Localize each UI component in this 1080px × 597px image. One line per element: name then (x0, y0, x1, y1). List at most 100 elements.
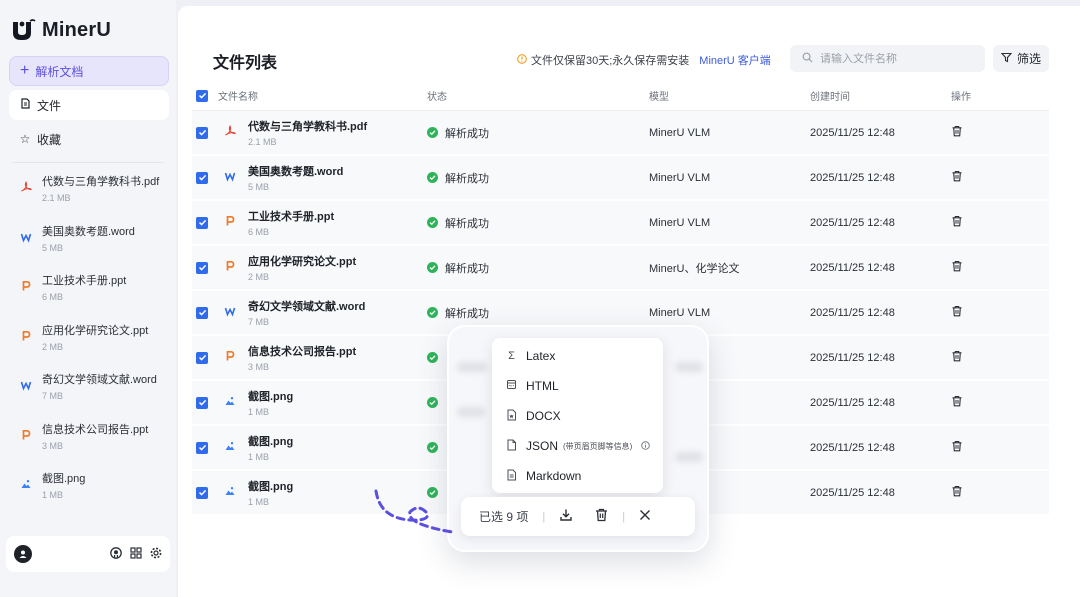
retention-notice: 文件仅保留30天;永久保存需安装 MinerU 客户端 (517, 52, 771, 68)
sidebar-file-item[interactable]: 应用化学研究论文.ppt 2 MB (8, 322, 168, 372)
status-text: 解析成功 (445, 307, 489, 320)
export-docx-option[interactable]: DOCX (492, 401, 663, 431)
warning-icon (517, 53, 527, 67)
search-box[interactable] (790, 45, 985, 72)
ppt-icon (218, 215, 242, 230)
word-icon (20, 379, 32, 421)
export-latex-option[interactable]: Σ Latex (492, 341, 663, 371)
delete-row-icon[interactable] (951, 350, 963, 365)
sidebar-file-name: 代数与三角学教科书.pdf (42, 176, 160, 188)
avatar[interactable] (14, 545, 32, 563)
table-row[interactable]: 工业技术手册.ppt 6 MB 解析成功 MinerU VLM 2025/11/25 1… (192, 201, 1049, 246)
selection-count: 已选 9 项 (479, 510, 529, 524)
delete-row-icon[interactable] (951, 305, 963, 320)
menu-item-label: JSON (526, 439, 559, 453)
search-input[interactable] (820, 52, 970, 65)
status-text: 解析成功 (445, 262, 489, 275)
html-file-icon (506, 379, 517, 393)
ppt-icon (20, 280, 32, 322)
sidebar-file-item[interactable]: 美国奥数考题.word 5 MB (8, 223, 168, 273)
sidebar-file-item[interactable]: 截图.png 1 MB (8, 470, 168, 520)
select-all-checkbox[interactable] (196, 89, 208, 102)
gear-icon[interactable] (150, 547, 162, 562)
word-icon (218, 305, 242, 320)
file-name[interactable]: 信息技术公司报告.ppt (248, 343, 356, 359)
menu-item-label: DOCX (526, 409, 561, 423)
row-checkbox[interactable] (196, 486, 208, 499)
file-name[interactable]: 截图.png (248, 478, 293, 494)
delete-row-icon[interactable] (951, 170, 963, 185)
nav-item-favorites[interactable]: ☆ 收藏 (9, 124, 169, 154)
row-checkbox[interactable] (196, 126, 208, 139)
logo[interactable]: MinerU (8, 14, 168, 46)
json-file-icon (506, 439, 517, 454)
selection-action-bar: 已选 9 项 | | (461, 497, 695, 536)
file-name[interactable]: 工业技术手册.ppt (248, 208, 334, 224)
filter-icon (1000, 52, 1013, 66)
row-checkbox[interactable] (196, 441, 208, 454)
table-row[interactable]: 代数与三角学教科书.pdf 2.1 MB 解析成功 MinerU VLM 2025/11… (192, 111, 1049, 156)
docx-file-icon (506, 409, 517, 424)
row-checkbox[interactable] (196, 396, 208, 409)
status-cell: 解析成功 (427, 170, 649, 186)
close-icon[interactable] (639, 509, 651, 524)
model-cell: MinerU、化学论文 (649, 262, 740, 275)
success-icon (427, 397, 438, 408)
row-checkbox[interactable] (196, 261, 208, 274)
row-checkbox[interactable] (196, 306, 208, 319)
filter-button[interactable]: 筛选 (993, 45, 1049, 72)
pdf-icon (218, 124, 242, 140)
status-cell: 解析成功 (427, 125, 649, 141)
sidebar-file-size: 3 MB (42, 440, 64, 451)
sidebar-file-item[interactable]: 工业技术手册.ppt 6 MB (8, 272, 168, 322)
success-icon (427, 442, 438, 453)
sidebar-file-size: 1 MB (42, 490, 64, 500)
file-name[interactable]: 截图.png (248, 388, 293, 404)
pdf-icon (20, 180, 32, 223)
file-name[interactable]: 截图.png (248, 433, 293, 449)
json-option-note: (带页眉页脚等信息) (563, 441, 633, 451)
export-json-option[interactable]: JSON (带页眉页脚等信息) (492, 431, 663, 461)
sidebar-file-item[interactable]: 代数与三角学教科书.pdf 2.1 MB (8, 173, 168, 223)
search-icon (802, 52, 813, 66)
status-cell: 解析成功 (427, 260, 649, 276)
row-checkbox[interactable] (196, 216, 208, 229)
mineru-logo-icon (13, 19, 36, 40)
file-name[interactable]: 美国奥数考题.word (248, 163, 343, 179)
file-size: 1 MB (248, 497, 270, 507)
trash-icon[interactable] (595, 508, 608, 525)
download-icon[interactable] (559, 508, 573, 525)
table-row[interactable]: 应用化学研究论文.ppt 2 MB 解析成功 MinerU、化学论文 2025/11/2… (192, 246, 1049, 291)
new-parse-button[interactable]: + 解析文档 (9, 56, 169, 86)
delete-row-icon[interactable] (951, 215, 963, 230)
sidebar-file-size: 2 MB (42, 341, 64, 352)
delete-row-icon[interactable] (951, 485, 963, 500)
grid-icon[interactable] (130, 546, 142, 562)
info-icon[interactable] (641, 440, 651, 452)
sidebar-file-item[interactable]: 奇幻文学领域文献.word 7 MB (8, 371, 168, 421)
github-icon[interactable] (110, 546, 122, 562)
nav-item-files[interactable]: 文件 (9, 90, 169, 120)
file-name[interactable]: 奇幻文学领域文献.word (248, 298, 365, 314)
plus-icon: + (20, 62, 30, 79)
sidebar-file-item[interactable]: 信息技术公司报告.ppt 3 MB (8, 421, 168, 471)
sidebar-file-name: 截图.png (42, 473, 86, 485)
delete-row-icon[interactable] (951, 260, 963, 275)
row-checkbox[interactable] (196, 171, 208, 184)
client-download-link[interactable]: MinerU 客户端 (699, 52, 771, 68)
export-markdown-option[interactable]: Markdown (492, 461, 663, 491)
model-cell: MinerU VLM (649, 171, 711, 184)
menu-item-label: Markdown (526, 469, 582, 483)
delete-row-icon[interactable] (951, 395, 963, 410)
export-html-option[interactable]: HTML (492, 371, 663, 401)
file-name[interactable]: 应用化学研究论文.ppt (248, 253, 356, 269)
sidebar-footer (6, 536, 170, 572)
ppt-icon (20, 429, 32, 471)
table-row[interactable]: 美国奥数考题.word 5 MB 解析成功 MinerU VLM 2025/11/25 … (192, 156, 1049, 201)
sidebar-file-size: 5 MB (42, 242, 64, 253)
file-name[interactable]: 代数与三角学教科书.pdf (248, 118, 367, 134)
row-checkbox[interactable] (196, 351, 208, 364)
delete-row-icon[interactable] (951, 440, 963, 455)
menu-item-label: Latex (526, 349, 556, 363)
delete-row-icon[interactable] (951, 125, 963, 140)
